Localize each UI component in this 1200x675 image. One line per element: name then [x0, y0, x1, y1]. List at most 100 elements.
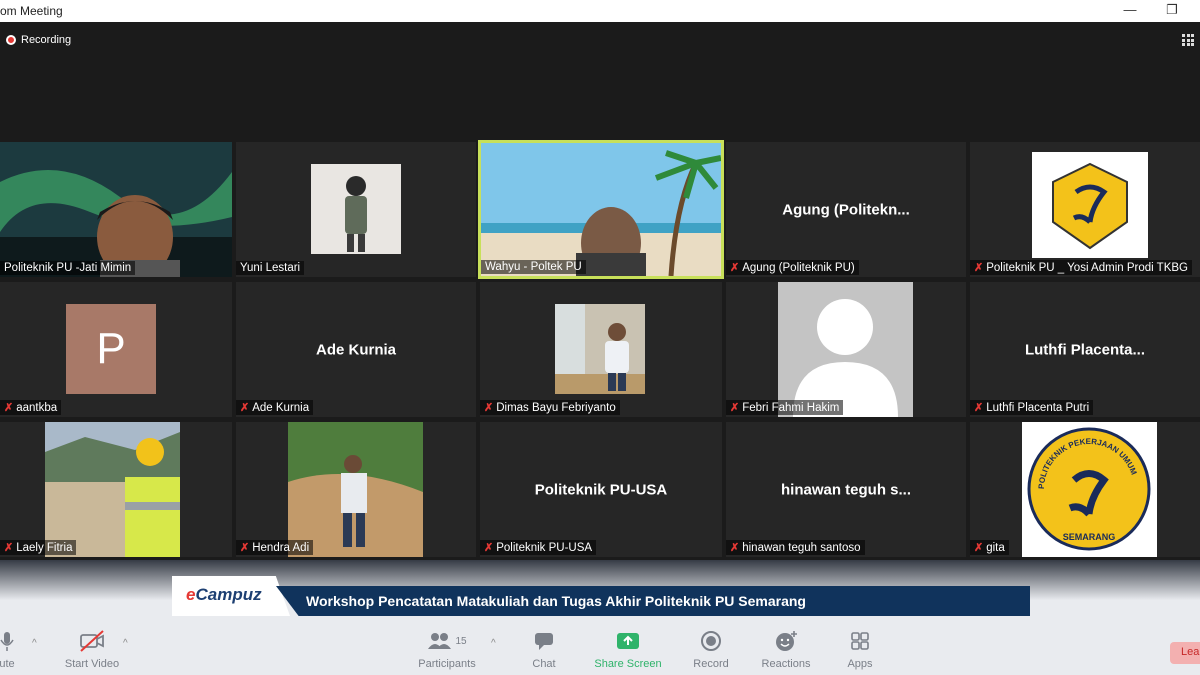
mic-muted-icon: ✗	[240, 402, 250, 414]
participant-name: ✗ gita	[970, 540, 1009, 555]
mic-muted-icon: ✗	[730, 402, 740, 414]
mic-muted-icon: ✗	[730, 542, 740, 554]
record-button[interactable]: Record	[690, 628, 732, 670]
video-tile[interactable]: ✗ Febri Fahmi Hakim	[726, 282, 966, 417]
chat-icon	[524, 628, 564, 654]
participant-name: ✗ Politeknik PU _ Yosi Admin Prodi TKBG	[970, 260, 1192, 275]
reactions-label: Reactions	[761, 658, 811, 670]
participant-name: ✗ Ade Kurnia	[236, 400, 314, 415]
profile-photo	[288, 422, 423, 557]
mute-label: ute	[0, 658, 15, 670]
participant-video	[481, 143, 721, 276]
video-tile[interactable]: ✗ Politeknik PU _ Yosi Admin Prodi TKBG	[970, 142, 1200, 277]
participants-count: 15	[455, 635, 467, 647]
mic-muted-icon: ✗	[730, 262, 740, 274]
video-tile[interactable]: Agung (Politekn... ✗ Agung (Politeknik PU…	[726, 142, 966, 277]
participant-name: ✗ Dimas Bayu Febriyanto	[480, 400, 620, 415]
participants-label: Participants	[418, 658, 476, 670]
participant-display-name: Agung (Politekn...	[782, 201, 910, 218]
video-tile[interactable]: hinawan teguh s... ✗ hinawan teguh santos…	[726, 422, 966, 557]
participant-name: ✗ Luthfi Placenta Putri	[970, 400, 1094, 415]
gallery-view-icon[interactable]	[1182, 34, 1194, 46]
start-video-label: Start Video	[64, 658, 120, 670]
participant-display-name: hinawan teguh s...	[780, 481, 911, 498]
mic-muted-icon: ✗	[974, 402, 984, 414]
video-tile[interactable]: P ✗ aantkba	[0, 282, 232, 417]
active-speaker-tile[interactable]: Wahyu - Poltek PU	[478, 140, 724, 279]
meeting-toolbar: ute ^ Start Video ^ 15 Participants ^ Ch…	[0, 628, 1200, 675]
window-title: om Meeting	[0, 4, 63, 18]
mic-muted-icon: ✗	[4, 542, 14, 554]
participant-display-name: Luthfi Placenta...	[1024, 341, 1145, 358]
video-off-icon	[62, 628, 122, 654]
record-dot-icon	[6, 35, 16, 45]
video-tile[interactable]: Politeknik PU-USA ✗ Politeknik PU-USA	[480, 422, 722, 557]
participant-video	[0, 142, 232, 277]
video-tile[interactable]: POLITEKNIK PEKERJAAN UMUM SEMARANG ✗ gita	[970, 422, 1200, 557]
record-icon	[690, 628, 732, 654]
leave-button[interactable]: Lea	[1170, 642, 1200, 664]
chevron-up-icon[interactable]: ^	[32, 638, 37, 649]
mute-button[interactable]: ute	[0, 628, 22, 670]
restore-icon[interactable]: ❐	[1162, 2, 1182, 18]
mic-muted-icon: ✗	[974, 262, 984, 274]
minimize-icon[interactable]: —	[1120, 2, 1140, 17]
politeknik-logo: POLITEKNIK PEKERJAAN UMUM SEMARANG	[1022, 422, 1157, 557]
apps-icon	[842, 628, 878, 654]
chevron-up-icon[interactable]: ^	[491, 638, 496, 649]
meeting-stage: Recording Politeknik PU -Jati Mimin Yuni…	[0, 22, 1200, 622]
chat-label: Chat	[532, 658, 556, 670]
participant-name: Wahyu - Poltek PU	[481, 260, 586, 274]
recording-label: Recording	[21, 34, 72, 46]
profile-photo	[311, 164, 401, 254]
participant-display-name: Ade Kurnia	[315, 341, 396, 358]
participants-icon: 15	[414, 628, 480, 654]
video-tile[interactable]: ✗ Dimas Bayu Febriyanto	[480, 282, 722, 417]
participant-name: ✗ Febri Fahmi Hakim	[726, 400, 844, 415]
ecampuz-banner: eCampuz Workshop Pencatatan Matakuliah d…	[172, 576, 1030, 616]
mic-muted-icon: ✗	[484, 402, 494, 414]
participant-name: ✗ Laely Fitria	[0, 540, 77, 555]
microphone-icon	[0, 628, 22, 654]
participants-button[interactable]: 15 Participants	[414, 628, 480, 670]
mic-muted-icon: ✗	[4, 402, 14, 414]
participant-name: Yuni Lestari	[236, 261, 305, 275]
reactions-button[interactable]: Reactions	[758, 628, 814, 670]
profile-photo	[45, 422, 180, 557]
start-video-button[interactable]: Start Video	[62, 628, 122, 670]
ecampuz-logo: eCampuz	[186, 585, 262, 604]
video-tile[interactable]: ✗ Laely Fitria	[0, 422, 232, 557]
logo-bottom-text: SEMARANG	[1063, 532, 1116, 542]
banner-title: Workshop Pencatatan Matakuliah dan Tugas…	[276, 586, 1030, 616]
share-screen-icon	[592, 628, 664, 654]
video-tile[interactable]: Yuni Lestari	[236, 142, 476, 277]
apps-label: Apps	[847, 658, 873, 670]
video-tile[interactable]: Ade Kurnia ✗ Ade Kurnia	[236, 282, 476, 417]
video-tile[interactable]: ✗ Hendra Adi	[236, 422, 476, 557]
reactions-icon	[758, 628, 814, 654]
profile-photo	[555, 304, 645, 394]
participant-name: ✗ hinawan teguh santoso	[726, 540, 865, 555]
participant-name: ✗ Agung (Politeknik PU)	[726, 260, 859, 275]
participant-name: Politeknik PU -Jati Mimin	[0, 261, 136, 275]
default-avatar	[778, 282, 913, 417]
video-tile[interactable]: Politeknik PU -Jati Mimin	[0, 142, 232, 277]
mic-muted-icon: ✗	[240, 542, 250, 554]
apps-button[interactable]: Apps	[842, 628, 878, 670]
share-screen-label: Share Screen	[594, 658, 662, 670]
participant-name: ✗ Hendra Adi	[236, 540, 314, 555]
participant-name: ✗ aantkba	[0, 400, 62, 415]
mic-muted-icon: ✗	[974, 542, 984, 554]
mic-muted-icon: ✗	[484, 542, 494, 554]
ecampuz-logo-box: eCampuz	[172, 576, 290, 616]
chevron-up-icon[interactable]: ^	[123, 638, 128, 649]
avatar: P	[66, 304, 156, 394]
participant-name: ✗ Politeknik PU-USA	[480, 540, 597, 555]
recording-indicator[interactable]: Recording	[6, 34, 71, 46]
share-screen-button[interactable]: Share Screen	[592, 628, 664, 670]
politeknik-logo	[1032, 152, 1148, 258]
chat-button[interactable]: Chat	[524, 628, 564, 670]
video-tile[interactable]: Luthfi Placenta... ✗ Luthfi Placenta Putr…	[970, 282, 1200, 417]
participant-display-name: Politeknik PU-USA	[534, 481, 668, 498]
record-label: Record	[693, 658, 729, 670]
